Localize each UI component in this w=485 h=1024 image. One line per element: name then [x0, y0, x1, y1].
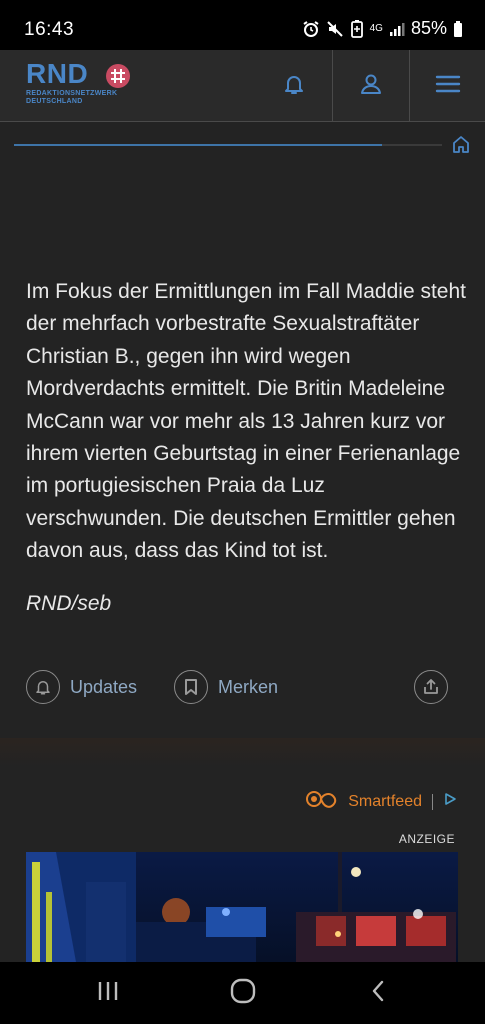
alarm-icon — [302, 20, 320, 38]
bookmark-icon — [174, 670, 208, 704]
back-button[interactable] — [328, 962, 428, 1024]
smartfeed-separator — [432, 793, 433, 810]
status-bar: 16:43 4G 85% — [0, 0, 485, 50]
home-icon — [451, 136, 471, 158]
bell-icon — [282, 72, 306, 101]
battery-percent: 85% — [410, 18, 447, 38]
updates-label: Updates — [70, 676, 138, 697]
article-byline: RND/seb — [26, 591, 112, 615]
network-type-label: 4G — [369, 22, 383, 34]
notifications-button[interactable] — [256, 50, 332, 122]
logo-subtitle-2: DEUTSCHLAND — [26, 98, 83, 105]
status-icons: 4G 85% — [302, 18, 463, 39]
back-chevron-icon — [370, 979, 386, 1008]
share-icon — [414, 670, 448, 704]
reading-progress-row — [0, 122, 485, 166]
logo-text: RND — [26, 58, 89, 89]
reading-progress-bar — [14, 144, 442, 146]
recent-apps-button[interactable] — [58, 962, 158, 1024]
menu-icon — [435, 73, 461, 100]
article-content: Im Fokus der Ermittlungen im Fall Maddie… — [26, 276, 466, 616]
recent-apps-icon — [96, 980, 120, 1007]
rnd-logo[interactable]: RND REDAKTIONSNETZWERK DEUTSCHLAND — [26, 58, 130, 106]
section-divider — [0, 738, 485, 766]
ad-image[interactable] — [26, 852, 458, 962]
bell-icon — [26, 670, 60, 704]
user-icon — [359, 72, 383, 101]
ad-choices-icon[interactable] — [443, 792, 457, 811]
updates-button[interactable]: Updates — [26, 670, 137, 704]
system-nav-bar — [0, 962, 485, 1024]
article-paragraph: Im Fokus der Ermittlungen im Fall Maddie… — [26, 280, 466, 563]
logo-badge-icon — [106, 64, 130, 88]
share-button[interactable] — [414, 670, 448, 704]
signal-icon — [389, 21, 405, 37]
merken-label: Merken — [218, 676, 279, 697]
home-button[interactable] — [451, 134, 473, 156]
smartfeed-brand[interactable]: Smartfeed — [304, 790, 457, 813]
home-nav-button[interactable] — [193, 962, 293, 1024]
reading-progress-fill — [14, 144, 383, 146]
app-header: RND REDAKTIONSNETZWERK DEUTSCHLAND — [0, 50, 485, 122]
status-time: 16:43 — [24, 19, 75, 40]
smartfeed-logo-icon — [304, 790, 342, 813]
logo-subtitle-1: REDAKTIONSNETZWERK — [26, 90, 118, 97]
network-type-icon: 4G — [369, 22, 383, 34]
smartfeed-label: Smartfeed — [348, 792, 422, 810]
battery-saver-icon — [350, 19, 364, 38]
home-circle-icon — [230, 978, 256, 1009]
mute-icon — [326, 20, 344, 38]
account-button[interactable] — [332, 50, 408, 122]
ad-label: ANZEIGE — [398, 832, 455, 846]
menu-button[interactable] — [409, 50, 485, 122]
article-actions: Updates Merken — [26, 670, 456, 714]
battery-icon — [453, 20, 463, 38]
bookmark-button[interactable]: Merken — [174, 670, 278, 704]
